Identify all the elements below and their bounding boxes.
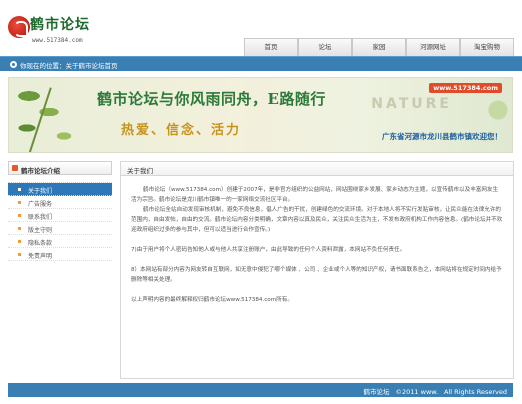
nav-forum[interactable]: 论坛 <box>298 38 352 56</box>
paragraph-final: 以上声明内容的最终解释权归鹤市论坛www.517384.com所有。 <box>131 297 293 303</box>
main-nav: 首页 论坛 家园 河源网址 淘宝购物 <box>244 38 514 56</box>
banner-slogan: 广东省河源市龙川县鹤市镇欢迎您！ <box>382 132 502 141</box>
content-body: 鹤市论坛（www.517384.com）创建于2007年，是非官方组织的公益网站… <box>121 176 513 305</box>
sidebar: 鹤市论坛介绍 关于我们 广告服务 联系我们 版主守则 隐私条款 免责声明 <box>8 161 112 391</box>
sidebar-item-privacy[interactable]: 隐私条款 <box>8 235 112 248</box>
bullet-icon <box>18 227 21 230</box>
paragraph-clause-7: 7)由于用户将个人密码告知他人或与他人共享注册账户，由此导致的任何个人资料泄露，… <box>131 247 406 253</box>
footer-rights: All Rights Reserved <box>444 388 507 396</box>
bullet-icon <box>18 188 21 191</box>
banner-subtitle: 热爱、信念、活力 <box>121 123 242 138</box>
banner-web-badge: www.517384.com <box>429 83 502 93</box>
paragraph-moderation: 鹤市论坛全站自动发现审核机制，避免不良信息，倡人广告的干扰，创建绿色的交流环境。… <box>131 207 503 233</box>
content-header: 关于我们 <box>121 162 513 176</box>
content-panel: 关于我们 鹤市论坛（www.517384.com）创建于2007年，是非官方组织… <box>120 161 514 379</box>
bullet-icon <box>18 240 21 243</box>
flower-decoration-icon <box>484 96 512 130</box>
sidebar-list: 关于我们 广告服务 联系我们 版主守则 隐私条款 免责声明 <box>8 182 112 261</box>
sidebar-item-about[interactable]: 关于我们 <box>8 183 112 196</box>
paragraph-intro: 鹤市论坛（www.517384.com）创建于2007年，是非官方组织的公益网站… <box>131 187 499 203</box>
site-header: 鹤市论坛 www.517384.com 首页 论坛 家园 河源网址 淘宝购物 <box>0 0 522 56</box>
logo-mark-icon <box>8 16 30 38</box>
sidebar-item-contact[interactable]: 联系我们 <box>8 209 112 222</box>
sidebar-item-label: 隐私条款 <box>28 240 53 247</box>
paragraph-clause-8: 8）本网站有部分内容为网友转自互联网，如无意中侵犯了哪个媒体 、公司 、企业或个… <box>131 267 502 283</box>
site-footer: 鹤市论坛 ©2011 www. All Rights Reserved <box>8 383 513 397</box>
logo-url: www.517384.com <box>32 37 83 44</box>
sidebar-header: 鹤市论坛介绍 <box>8 161 112 175</box>
bullet-icon <box>18 214 21 217</box>
leaf-decoration-icon <box>9 78 99 152</box>
footer-site: 鹤市论坛 <box>363 388 390 396</box>
square-bullet-icon <box>12 165 18 171</box>
nav-home-garden[interactable]: 家园 <box>352 38 406 56</box>
bullet-icon <box>18 253 21 256</box>
content-title: 关于我们 <box>127 167 153 175</box>
site-logo[interactable]: 鹤市论坛 www.517384.com <box>8 10 108 46</box>
breadcrumb-text: 你现在的位置：关于鹤市论坛首页 <box>20 62 118 70</box>
sidebar-item-ads[interactable]: 广告服务 <box>8 196 112 209</box>
sidebar-item-label: 免责声明 <box>28 253 53 260</box>
sidebar-item-moderator-rules[interactable]: 版主守则 <box>8 222 112 235</box>
footer-text: 鹤市论坛 ©2011 www. All Rights Reserved <box>358 386 507 396</box>
sidebar-item-label: 关于我们 <box>28 188 53 195</box>
breadcrumb: 你现在的位置：关于鹤市论坛首页 <box>0 56 522 71</box>
nav-taobao-shopping[interactable]: 淘宝购物 <box>460 38 514 56</box>
banner-title: 鹤市论坛与你风雨同舟，E路随行 <box>97 90 326 108</box>
sidebar-item-label: 广告服务 <box>28 201 53 208</box>
sidebar-item-label: 版主守则 <box>28 227 53 234</box>
bullet-icon <box>18 201 21 204</box>
banner: 鹤市论坛与你风雨同舟，E路随行 热爱、信念、活力 NATURE www.5173… <box>8 77 513 153</box>
location-icon <box>10 61 17 68</box>
sidebar-item-label: 联系我们 <box>28 214 53 221</box>
logo-title: 鹤市论坛 <box>30 17 90 33</box>
footer-copyright: ©2011 www. <box>395 388 439 396</box>
banner-watermark: NATURE <box>371 96 452 112</box>
nav-heyuan-links[interactable]: 河源网址 <box>406 38 460 56</box>
sidebar-title: 鹤市论坛介绍 <box>21 167 60 175</box>
sidebar-item-disclaimer[interactable]: 免责声明 <box>8 248 112 261</box>
nav-home[interactable]: 首页 <box>244 38 298 56</box>
